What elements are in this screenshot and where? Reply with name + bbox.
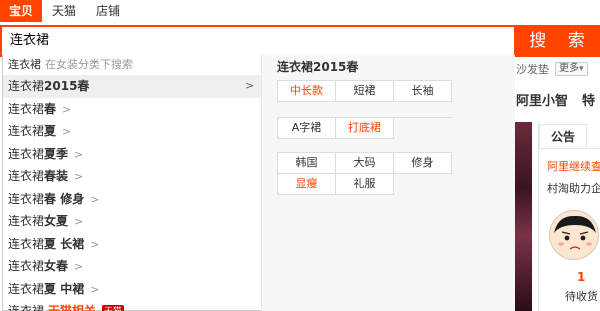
search-box <box>0 25 516 57</box>
tmall-related-label: 天猫相关 <box>47 304 96 311</box>
suggestion-base: 连衣裙 <box>8 281 45 296</box>
suggestion-suffix: 夏 <box>44 124 57 138</box>
suggestion-base: 连衣裙 <box>8 169 45 183</box>
pending-count[interactable]: 1 <box>577 270 585 284</box>
suggestion-panel: 连衣裙 在女装分类下搜索 连衣裙2015春 > 连衣裙春 > 连衣裙夏 > 连衣裙夏季 > 连衣裙… <box>3 55 261 311</box>
attribute-chip[interactable]: 显瘦 <box>278 174 336 195</box>
suggestion-item[interactable]: 连衣裙夏季 > <box>3 143 261 166</box>
attribute-panel-title: 连衣裙2015春 <box>277 60 359 74</box>
hint-query: 连衣裙 <box>8 58 41 71</box>
attribute-chip[interactable]: A字裙 <box>278 118 336 139</box>
suggestion-item[interactable]: 连衣裙女夏 > <box>3 210 261 233</box>
attribute-chip[interactable]: 韩国 <box>278 153 336 174</box>
search-type-tabs: 宝贝 天猫 店铺 <box>0 0 130 22</box>
suggestion-base: 连衣裙 <box>8 124 45 138</box>
chevron-right-icon: > <box>245 79 255 92</box>
chevron-right-icon: > <box>90 192 100 206</box>
suggestion-suffix: 夏 中裙 <box>44 281 85 296</box>
suggestion-item-tmall[interactable]: 连衣裙 天猫相关天猫 <box>3 300 261 311</box>
tmall-badge: 天猫 <box>101 304 124 311</box>
suggestion-item[interactable]: 连衣裙2015春 > <box>3 75 261 98</box>
search-page: 宝贝 天猫 店铺 沙发垫 更多▾ 阿里小智 特 公告 阿里继续查 村淘助力企 1… <box>0 0 600 311</box>
suggestion-item[interactable]: 连衣裙女春 > <box>3 255 261 278</box>
suggestion-suffix: 春 修身 <box>44 191 85 206</box>
suggestion-base: 连衣裙 <box>8 304 45 311</box>
suggestion-suffix: 2015春 <box>44 79 90 93</box>
nav-item[interactable]: 特 <box>582 90 595 109</box>
suggestion-suffix: 女春 <box>44 259 69 273</box>
notice-panel: 公告 阿里继续查 村淘助力企 1 待收货 <box>538 122 600 311</box>
tab-tmall[interactable]: 天猫 <box>42 0 86 22</box>
suggestion-suffix: 春 <box>44 101 57 116</box>
suggestion-suffix: 夏季 <box>44 146 69 161</box>
divider <box>539 148 600 149</box>
more-button[interactable]: 更多▾ <box>555 62 588 76</box>
chevron-right-icon: > <box>74 147 84 161</box>
attribute-chip[interactable]: 礼服 <box>336 174 394 195</box>
suggestion-list: 连衣裙2015春 > 连衣裙春 > 连衣裙夏 > 连衣裙夏季 > 连衣裙春装 > 连衣裙春 修身 > 连… <box>3 75 261 311</box>
chevron-right-icon: > <box>74 170 84 183</box>
attribute-chip[interactable]: 大码 <box>336 153 394 174</box>
chevron-down-icon: ▾ <box>579 64 584 74</box>
attribute-chip[interactable]: 中长款 <box>278 81 336 102</box>
suggestion-base: 连衣裙 <box>8 259 45 273</box>
suggestion-suffix: 春装 <box>44 169 69 183</box>
attribute-group: A字裙 打底裙 <box>277 117 452 139</box>
banner-image[interactable] <box>514 122 532 311</box>
attribute-chip[interactable]: 短裙 <box>336 81 394 102</box>
suggestion-dropdown: 连衣裙 在女装分类下搜索 连衣裙2015春 > 连衣裙春 > 连衣裙夏 > 连衣裙夏季 > 连衣裙… <box>2 55 515 311</box>
chevron-right-icon: > <box>62 102 72 116</box>
chevron-right-icon: > <box>62 125 72 138</box>
chevron-right-icon: > <box>74 260 84 273</box>
suggestion-item[interactable]: 连衣裙夏 中裙 > <box>3 278 261 301</box>
attribute-chip[interactable]: 打底裙 <box>336 118 394 139</box>
tab-item[interactable]: 宝贝 <box>0 0 43 22</box>
suggestion-base: 连衣裙 <box>8 101 45 116</box>
suggestion-item[interactable]: 连衣裙春 修身 > <box>3 188 261 211</box>
suggestion-item[interactable]: 连衣裙春 > <box>3 98 261 121</box>
pending-label[interactable]: 待收货 <box>565 288 598 304</box>
suggestion-item[interactable]: 连衣裙夏 长裙 > <box>3 233 261 256</box>
search-bar: 搜 索 <box>0 25 600 57</box>
suggestion-suffix: 夏 长裙 <box>44 236 85 251</box>
suggestion-suffix: 女夏 <box>44 214 69 228</box>
suggestion-item[interactable]: 连衣裙夏 > <box>3 120 261 143</box>
notice-link[interactable]: 阿里继续查 <box>547 158 600 174</box>
hot-word[interactable]: 沙发垫 <box>516 61 549 77</box>
search-input[interactable] <box>10 27 500 55</box>
suggestion-base: 连衣裙 <box>8 236 45 251</box>
hint-scope: 在女装分类下搜索 <box>45 58 133 71</box>
search-button[interactable]: 搜 索 <box>516 25 600 57</box>
attribute-panel: 连衣裙2015春 中长款 短裙 长袖 A字裙 打底裙 韩国 大码 修身显瘦 礼服 <box>261 55 515 311</box>
suggestion-item[interactable]: 连衣裙春装 > <box>3 165 261 188</box>
suggestion-base: 连衣裙 <box>8 146 45 161</box>
cartoon-face-icon <box>554 215 596 250</box>
chevron-right-icon: > <box>90 237 100 251</box>
chevron-right-icon: > <box>74 215 84 228</box>
more-label: 更多 <box>559 63 579 74</box>
main-nav: 阿里小智 特 <box>516 90 595 109</box>
suggestion-base: 连衣裙 <box>8 214 45 228</box>
category-search-hint[interactable]: 连衣裙 在女装分类下搜索 <box>3 55 261 75</box>
attribute-chip[interactable]: 修身 <box>394 153 452 174</box>
attribute-chip[interactable]: 长袖 <box>394 81 452 102</box>
attribute-group: 韩国 大码 修身显瘦 礼服 <box>277 152 452 195</box>
notice-tab[interactable]: 公告 <box>539 124 587 148</box>
notice-text[interactable]: 村淘助力企 <box>547 180 600 196</box>
nav-item[interactable]: 阿里小智 <box>516 90 568 109</box>
chevron-right-icon: > <box>90 282 100 296</box>
attribute-group: 中长款 短裙 长袖 <box>277 80 452 102</box>
suggestion-base: 连衣裙 <box>8 191 45 206</box>
suggestion-base: 连衣裙 <box>8 79 45 93</box>
avatar[interactable] <box>549 210 599 260</box>
tab-shop[interactable]: 店铺 <box>86 0 130 22</box>
hot-words: 沙发垫 更多▾ <box>516 62 600 76</box>
